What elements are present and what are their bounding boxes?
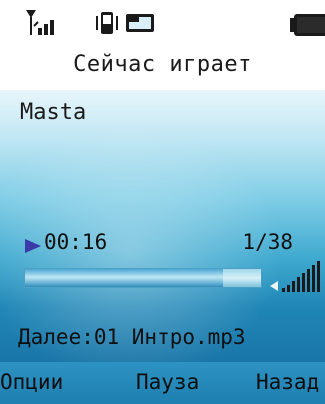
battery-icon xyxy=(290,14,325,36)
now-playing-panel: Masta 00:16 1/38 Далее:01 Интро.mp3 xyxy=(0,90,325,362)
elapsed-time: 00:16 xyxy=(44,230,108,254)
progress-fill xyxy=(25,269,224,287)
message-icon xyxy=(126,14,154,32)
music-player-screen: Сейчас играет Masta 00:16 1/38 Далее:01 … xyxy=(0,0,325,404)
artist-name: Masta xyxy=(20,100,87,125)
next-track-label: Далее:01 Интро.mp3 xyxy=(18,325,246,349)
progress-bar[interactable] xyxy=(24,268,262,288)
options-softkey[interactable]: Опции xyxy=(0,370,63,394)
softkey-bar: Опции Пауза Назад xyxy=(0,362,325,404)
page-title: Сейчас играет xyxy=(0,44,325,86)
status-bar xyxy=(0,0,325,46)
track-position: 1/38 xyxy=(242,230,293,254)
back-softkey[interactable]: Назад xyxy=(256,370,319,394)
play-icon xyxy=(25,239,41,253)
volume-icon[interactable] xyxy=(268,260,325,294)
signal-icon xyxy=(26,10,54,35)
vibrate-icon xyxy=(96,12,118,34)
pause-softkey[interactable]: Пауза xyxy=(136,370,199,394)
